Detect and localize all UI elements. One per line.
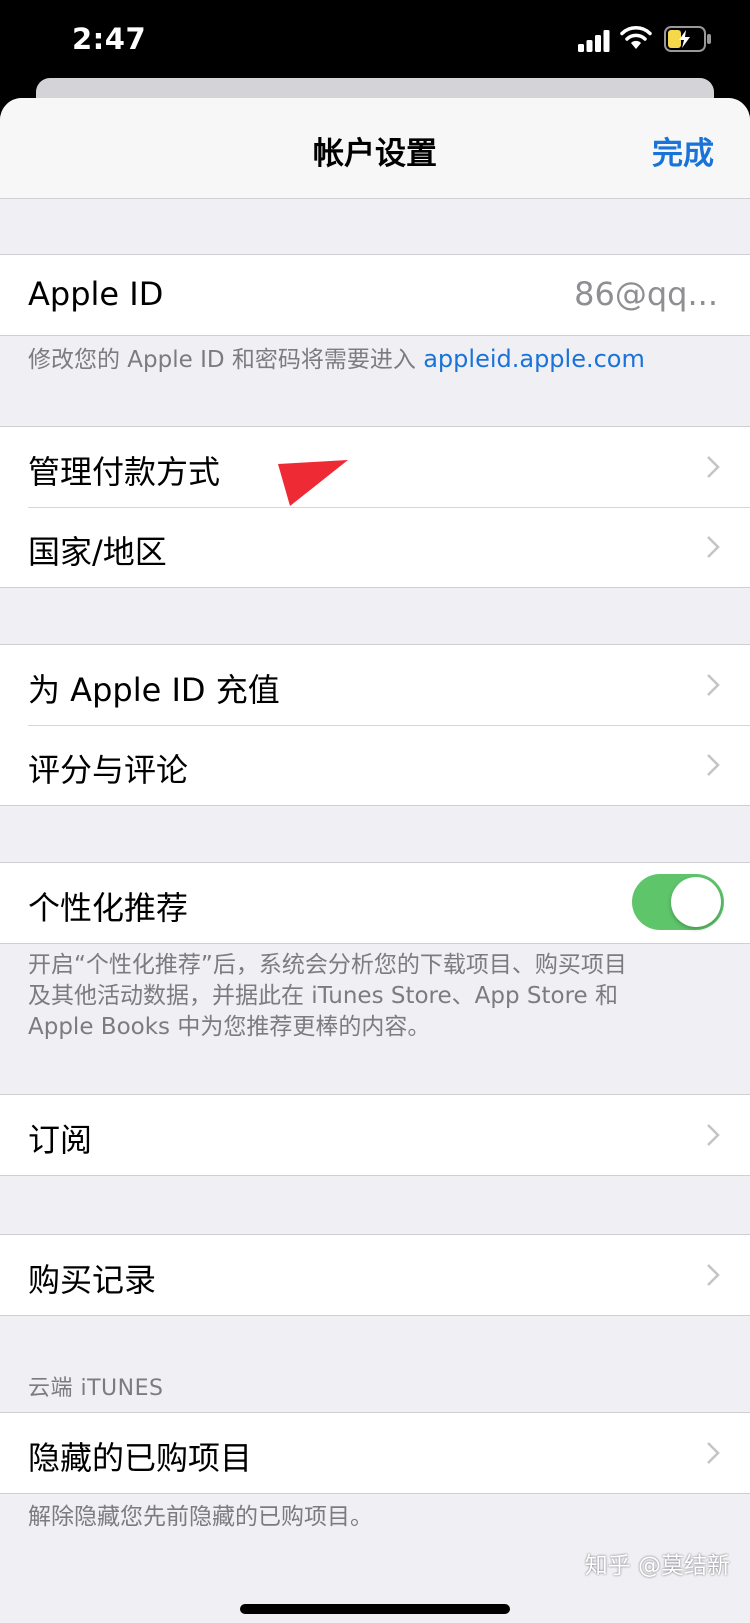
manage-payment-row[interactable]: 管理付款方式 (0, 427, 750, 507)
manage-payment-label: 管理付款方式 (28, 453, 221, 491)
page-title: 帐户设置 (313, 136, 437, 172)
hidden-purchases-label: 隐藏的已购项目 (28, 1439, 253, 1477)
apple-id-value: 86@qq... (574, 275, 718, 313)
red-arrow-pointer-icon (278, 460, 348, 506)
subscriptions-row[interactable]: 订阅 (0, 1095, 750, 1175)
cloud-itunes-header: 云端 iTUNES (28, 1376, 164, 1401)
personalized-label: 个性化推荐 (28, 889, 189, 927)
chevron-right-icon (707, 674, 720, 696)
personalized-footer-line: 及其他活动数据，并据此在 iTunes Store、App Store 和 (28, 983, 618, 1009)
cellular-signal-icon (578, 30, 610, 52)
purchase-history-row[interactable]: 购买记录 (0, 1235, 750, 1315)
subscriptions-label: 订阅 (28, 1121, 93, 1159)
personalized-row: 个性化推荐 (0, 863, 750, 943)
chevron-right-icon (707, 1124, 720, 1146)
home-indicator (240, 1604, 510, 1614)
ratings-row[interactable]: 评分与评论 (0, 725, 750, 805)
chevron-right-icon (707, 456, 720, 478)
payment-group: 管理付款方式 国家/地区 (0, 426, 750, 588)
personalized-footer: 开启“个性化推荐”后，系统会分析您的下载项目、购买项目 及其他活动数据，并据此在… (28, 950, 718, 1043)
done-button[interactable]: 完成 (652, 128, 714, 173)
apple-id-footer: 修改您的 Apple ID 和密码将需要进入 appleid.apple.com (28, 344, 718, 376)
cloud-itunes-group: 隐藏的已购项目 (0, 1412, 750, 1494)
apple-id-footer-text: 修改您的 Apple ID 和密码将需要进入 (28, 347, 424, 373)
subscriptions-group: 订阅 (0, 1094, 750, 1176)
chevron-right-icon (707, 1442, 720, 1464)
purchase-history-label: 购买记录 (28, 1261, 157, 1299)
watermark: 知乎 @莫结新 (584, 1553, 730, 1579)
region-row[interactable]: 国家/地区 (0, 507, 750, 587)
region-label: 国家/地区 (28, 533, 167, 571)
account-settings-sheet: 帐户设置 完成 Apple ID 86@qq... 修改您的 Apple ID … (0, 98, 750, 1623)
personalized-footer-line: Apple Books 中为您推荐更棒的内容。 (28, 1014, 431, 1040)
hidden-purchases-footer: 解除隐藏您先前隐藏的已购项目。 (28, 1504, 373, 1530)
apple-id-group: Apple ID 86@qq... (0, 254, 750, 336)
personalized-toggle[interactable] (632, 874, 724, 930)
appleid-link[interactable]: appleid.apple.com (423, 345, 645, 373)
apple-id-row[interactable]: Apple ID 86@qq... (0, 255, 750, 335)
wifi-icon (620, 26, 652, 49)
personalized-footer-line: 开启“个性化推荐”后，系统会分析您的下载项目、购买项目 (28, 952, 627, 978)
hidden-purchases-row[interactable]: 隐藏的已购项目 (0, 1413, 750, 1493)
topup-row[interactable]: 为 Apple ID 充值 (0, 645, 750, 725)
topup-label: 为 Apple ID 充值 (28, 671, 280, 709)
toggle-knob (671, 877, 721, 927)
purchase-history-group: 购买记录 (0, 1234, 750, 1316)
personalized-group: 个性化推荐 (0, 862, 750, 944)
status-time: 2:47 (72, 22, 147, 56)
ratings-label: 评分与评论 (28, 751, 189, 789)
battery-charging-icon (664, 26, 711, 52)
navigation-bar: 帐户设置 完成 (0, 98, 750, 199)
status-bar: 2:47 (0, 0, 750, 80)
topup-group: 为 Apple ID 充值 评分与评论 (0, 644, 750, 806)
apple-id-label: Apple ID (28, 275, 164, 313)
chevron-right-icon (707, 1264, 720, 1286)
chevron-right-icon (707, 754, 720, 776)
chevron-right-icon (707, 536, 720, 558)
